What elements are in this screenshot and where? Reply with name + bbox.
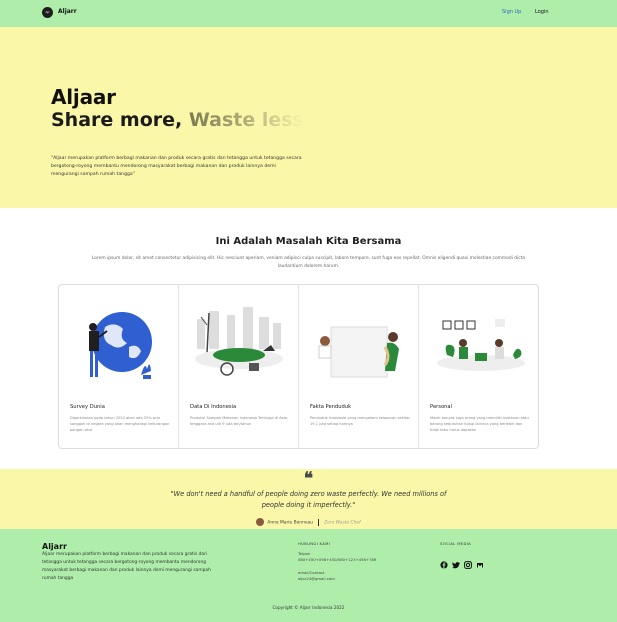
card-title: Data Di Indonesia xyxy=(190,404,237,410)
login-link[interactable]: Login xyxy=(535,9,549,15)
quote-section: ❝ "We don't need a handful of people doi… xyxy=(0,469,617,529)
card-description: Penduduk Indonesia yang mengalami kelapa… xyxy=(310,416,410,426)
logo-icon[interactable]: Ajr xyxy=(42,7,53,18)
avatar xyxy=(256,518,265,526)
author-name: Anne Marie Bonneau xyxy=(267,520,314,526)
problem-description: Lorem ipsum dolor, sit amet consectetur … xyxy=(91,256,526,269)
tagline-part-1: Share more, xyxy=(51,109,189,131)
tagline-part-2: Waste less xyxy=(188,109,304,131)
social-heading: SOCIAL MEDIA xyxy=(440,541,472,546)
card-title: Fakta Penduduk xyxy=(310,404,352,410)
card-title: Personal xyxy=(430,404,453,410)
top-navbar: Ajr Aljarr Sign Up Login xyxy=(0,0,617,27)
mail-icon[interactable] xyxy=(476,554,484,568)
problem-title: Ini Adalah Masalah Kita Bersama xyxy=(215,236,402,247)
contact-heading: HUBUNGI KAMI xyxy=(298,541,331,546)
card-title: Survey Dunia xyxy=(70,404,105,410)
divider xyxy=(318,518,320,526)
card-description: Diperkirakan pada tahun 2022 akan ada 20… xyxy=(70,416,170,432)
phone-number[interactable]: 080+450+098+450/080+123+456+789 xyxy=(298,557,376,563)
city-waste-illustration xyxy=(195,307,283,376)
instagram-icon[interactable] xyxy=(464,554,472,569)
signup-link[interactable]: Sign Up xyxy=(502,9,521,15)
brand-name[interactable]: Aljarr xyxy=(58,8,77,15)
card-description: Masih banyak juga orang yang memiliki ma… xyxy=(430,416,529,432)
sharing-food-illustration xyxy=(437,319,525,371)
social-icons xyxy=(440,554,484,569)
facebook-icon[interactable] xyxy=(440,554,448,569)
hero-title: Aljaar xyxy=(51,85,116,109)
card-description: Produksi Sampah Makanan Indonesia Tertin… xyxy=(190,416,288,426)
hero-section: Aljaar Share more, Waste less "Aljaar me… xyxy=(0,27,617,208)
globe-person-illustration xyxy=(89,312,152,379)
card-data-indonesia[interactable]: Data Di Indonesia Produksi Sampah Makana… xyxy=(179,285,299,448)
footer-description: Aljaar merupakan platform berbagi makana… xyxy=(42,552,211,581)
card-fakta-penduduk[interactable]: Fakta Penduduk Penduduk Indonesia yang m… xyxy=(299,285,419,448)
twitter-icon[interactable] xyxy=(452,554,460,569)
hero-tagline: Share more, Waste less xyxy=(51,109,304,131)
quote-icon: ❝ xyxy=(303,469,314,489)
footer: Aljarr Aljaar merupakan platform berbagi… xyxy=(0,529,617,622)
people-wall-illustration xyxy=(318,326,399,378)
problem-cards: Survey Dunia Diperkirakan pada tahun 202… xyxy=(58,284,539,449)
author-role: Zero Waste Chef xyxy=(324,520,361,526)
footer-brand: Aljarr xyxy=(42,542,67,551)
email-address[interactable]: aljar24@gmail.com xyxy=(298,576,335,582)
card-personal[interactable]: Personal Masih banyak juga orang yang me… xyxy=(419,285,538,448)
quote-author: Anne Marie Bonneau Zero Waste Chef xyxy=(0,518,617,526)
copyright: Copyright © Aljarr Indonesia 2022 xyxy=(272,605,345,610)
card-survey[interactable]: Survey Dunia Diperkirakan pada tahun 202… xyxy=(59,285,179,448)
quote-text: "We don't need a handful of people doing… xyxy=(170,490,447,509)
hero-description: "Aljaar merupakan platform berbagi makan… xyxy=(51,156,302,177)
